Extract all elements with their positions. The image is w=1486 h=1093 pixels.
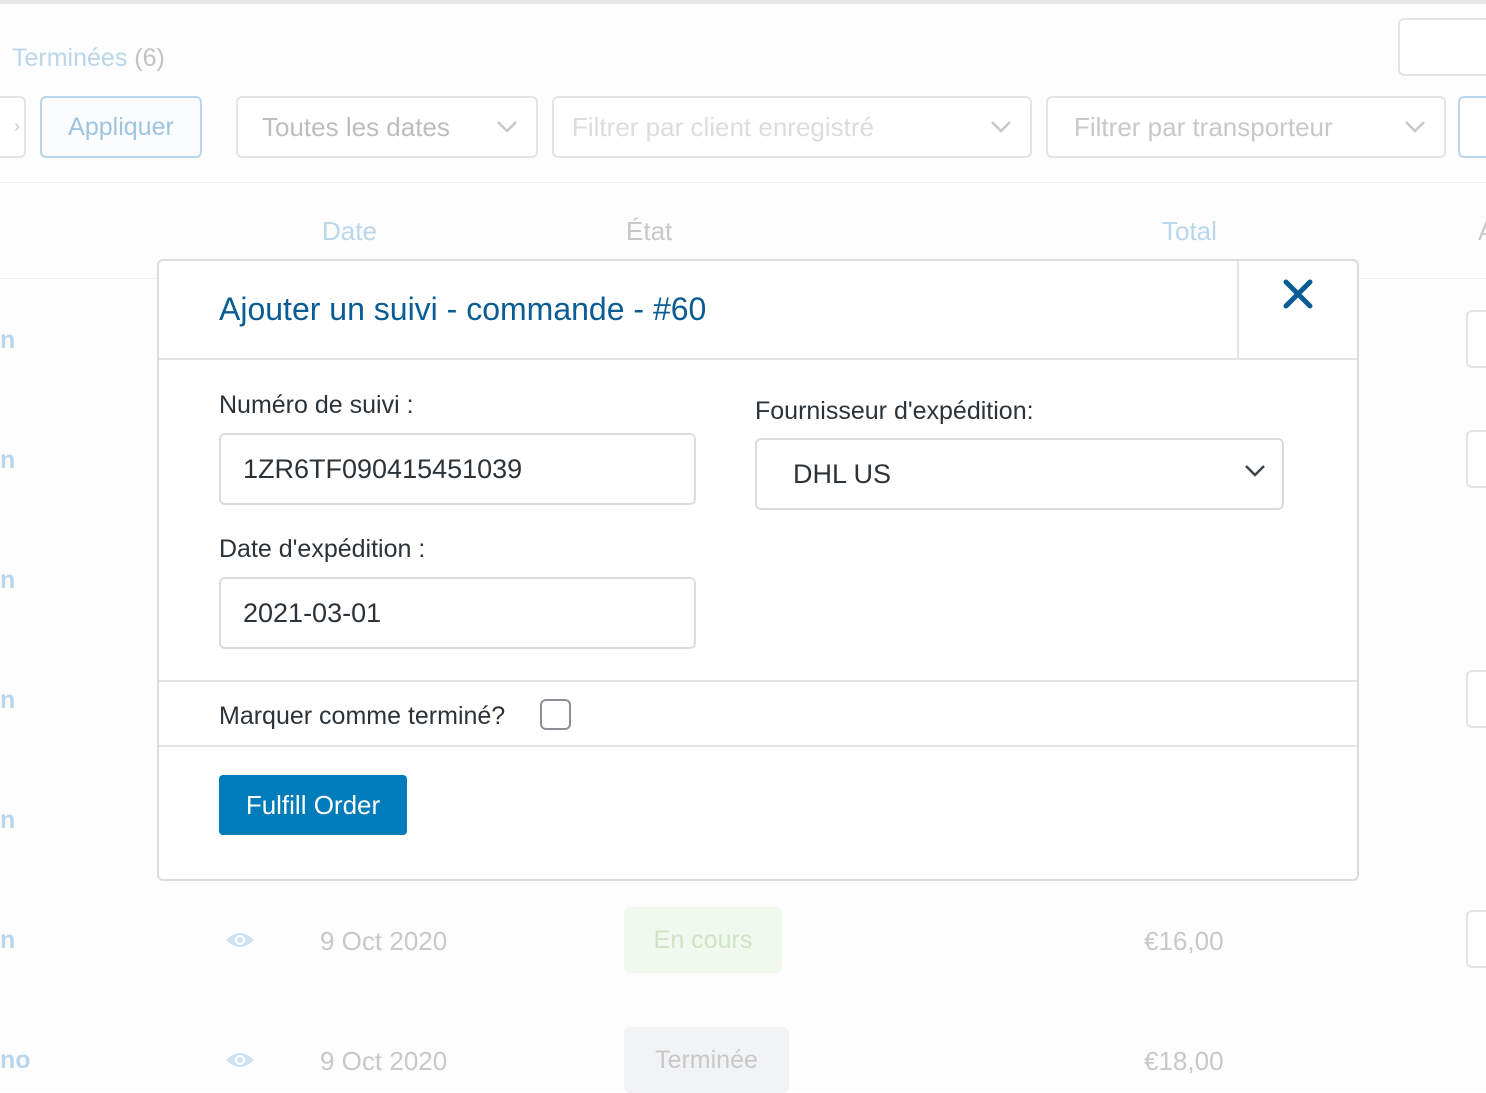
customer-filter-select[interactable]: Filtrer par client enregistré xyxy=(552,96,1032,158)
order-total: €16,00 xyxy=(1144,926,1224,956)
mark-complete-label: Marquer comme terminé? xyxy=(219,702,506,730)
mark-complete-checkbox[interactable] xyxy=(540,699,571,730)
column-header-state: État xyxy=(626,216,673,246)
order-date: 9 Oct 2020 xyxy=(320,926,448,956)
shipping-provider-value: DHL US xyxy=(793,458,892,489)
top-divider xyxy=(0,0,1486,4)
divider xyxy=(159,680,1357,682)
order-link[interactable]: no xyxy=(0,1046,31,1075)
order-link[interactable]: n xyxy=(0,326,15,355)
ship-date-label: Date d'expédition : xyxy=(219,535,426,563)
close-button[interactable] xyxy=(1237,261,1357,358)
row-action-button[interactable] xyxy=(1466,670,1486,728)
dates-filter-select[interactable]: Toutes les dates xyxy=(236,96,538,158)
modal-header: Ajouter un suivi - commande - #60 xyxy=(159,261,1357,360)
column-header-date[interactable]: Date xyxy=(322,216,377,247)
chevron-down-icon xyxy=(1245,465,1265,477)
order-link[interactable]: n xyxy=(0,926,15,955)
close-icon xyxy=(1283,279,1313,308)
modal-title: Ajouter un suivi - commande - #60 xyxy=(219,291,707,327)
chevron-down-icon xyxy=(991,121,1011,133)
dates-filter-label: Toutes les dates xyxy=(262,111,450,142)
preview-eye-icon[interactable] xyxy=(224,930,256,955)
apply-button[interactable]: Appliquer xyxy=(40,96,202,158)
customer-filter-placeholder: Filtrer par client enregistré xyxy=(572,111,874,142)
add-tracking-modal: Ajouter un suivi - commande - #60 Numéro… xyxy=(157,259,1359,881)
column-header-actions: A xyxy=(1478,216,1486,247)
search-orders-input[interactable] xyxy=(1398,18,1486,76)
order-link[interactable]: n xyxy=(0,566,15,595)
column-header-total[interactable]: Total xyxy=(1162,216,1217,247)
filter-completed-link[interactable]: Terminées (6) xyxy=(12,44,165,73)
carrier-filter-select[interactable]: Filtrer par transporteur xyxy=(1046,96,1446,158)
chevron-down-icon xyxy=(497,121,517,133)
shipping-provider-label: Fournisseur d'expédition: xyxy=(755,397,1034,425)
order-link[interactable]: n xyxy=(0,806,15,835)
bulk-actions-select[interactable]: › xyxy=(0,96,26,158)
carrier-filter-label: Filtrer par transporteur xyxy=(1074,111,1333,142)
row-action-button[interactable] xyxy=(1466,310,1486,368)
order-link[interactable]: n xyxy=(0,686,15,715)
row-action-button[interactable] xyxy=(1466,910,1486,968)
status-badge: Terminée xyxy=(624,1027,789,1093)
order-date: 9 Oct 2020 xyxy=(320,1046,448,1076)
order-total: €18,00 xyxy=(1144,1046,1224,1076)
filter-completed-label: Terminées xyxy=(12,44,128,72)
chevron-down-icon xyxy=(1405,121,1425,133)
filter-completed-count: (6) xyxy=(134,44,165,72)
preview-eye-icon[interactable] xyxy=(224,1050,256,1075)
fulfill-order-button[interactable]: Fulfill Order xyxy=(219,775,407,835)
row-action-button[interactable] xyxy=(1466,430,1486,488)
shipping-provider-select[interactable]: DHL US xyxy=(755,438,1284,510)
table-top-border xyxy=(0,182,1486,183)
order-link[interactable]: n xyxy=(0,446,15,475)
status-badge: En cours xyxy=(624,907,782,973)
ship-date-input[interactable] xyxy=(219,577,696,649)
tracking-number-label: Numéro de suivi : xyxy=(219,391,414,419)
tracking-number-input[interactable] xyxy=(219,433,696,505)
filter-button[interactable] xyxy=(1458,96,1486,158)
divider xyxy=(159,745,1357,747)
chevron-down-icon: › xyxy=(14,116,20,136)
